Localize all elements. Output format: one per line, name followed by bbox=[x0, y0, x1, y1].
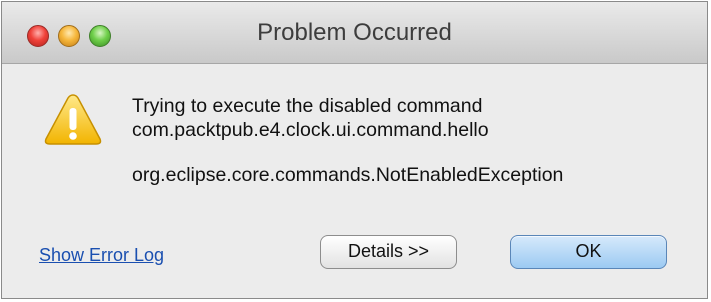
error-message: Trying to execute the disabled command c… bbox=[132, 94, 692, 142]
problem-dialog: Problem Occurred Trying to execute the d… bbox=[1, 1, 708, 299]
exception-name: org.eclipse.core.commands.NotEnabledExce… bbox=[132, 164, 564, 186]
title-bar: Problem Occurred bbox=[2, 2, 707, 64]
message-line: Trying to execute the disabled command bbox=[132, 95, 483, 117]
window-title: Problem Occurred bbox=[257, 19, 452, 46]
details-button[interactable]: Details >> bbox=[320, 235, 457, 269]
warning-icon bbox=[44, 94, 102, 145]
ok-button[interactable]: OK bbox=[510, 235, 667, 269]
command-id: com.packtpub.e4.clock.ui.command.hello bbox=[132, 119, 489, 141]
show-error-log-link[interactable]: Show Error Log bbox=[39, 245, 164, 266]
